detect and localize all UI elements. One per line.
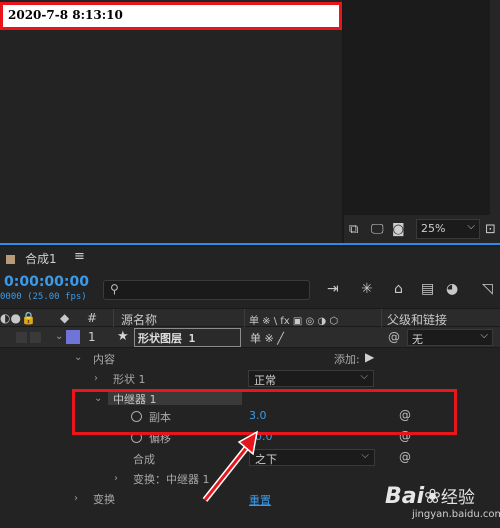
label-color-swatch[interactable] bbox=[66, 330, 80, 344]
chevron-right-icon[interactable]: › bbox=[94, 373, 98, 384]
shape-layer-star-icon: ★ bbox=[117, 329, 129, 344]
column-divider bbox=[381, 309, 382, 328]
zoom-value: 25% bbox=[421, 222, 446, 235]
column-parent[interactable]: 父级和链接 bbox=[387, 311, 447, 328]
preview-scrollbar[interactable] bbox=[490, 0, 500, 215]
timeline-header: 合成1 ≡ bbox=[0, 247, 500, 269]
chevron-right-icon[interactable]: › bbox=[74, 493, 78, 504]
current-time[interactable]: 0:00:00:00 bbox=[4, 274, 89, 290]
layer-row[interactable]: ⌄ 1 ★ 形状图层 1 单 ※ ╱ @ 无 ⌵ bbox=[0, 327, 500, 348]
composite-select[interactable]: 之下 ⌵ bbox=[249, 449, 375, 466]
zoom-select[interactable]: 25% ⌵ bbox=[416, 219, 480, 239]
contents-label: 内容 bbox=[93, 353, 115, 366]
chevron-down-icon[interactable]: ⌄ bbox=[55, 331, 63, 342]
brand-text: Bai bbox=[385, 484, 425, 509]
snapshot-icon[interactable]: ⧉ bbox=[349, 222, 358, 237]
preview-panel bbox=[344, 0, 500, 215]
transform-label: 变换 bbox=[93, 493, 115, 506]
layer-switches[interactable]: 单 ※ ╱ bbox=[250, 330, 284, 346]
chevron-down-icon: ⌵ bbox=[467, 221, 475, 232]
monitor-icon[interactable]: 🖵 bbox=[371, 222, 384, 237]
property-row-contents[interactable]: ⌄ 内容 添加: ▶ bbox=[0, 348, 500, 369]
chevron-right-icon[interactable]: › bbox=[114, 473, 118, 484]
layer-name[interactable]: 形状图层 1 bbox=[134, 328, 241, 347]
mask-icon[interactable]: ◙ bbox=[392, 222, 405, 237]
brand-text-2: 经验 bbox=[440, 488, 475, 508]
video-switch[interactable] bbox=[16, 332, 27, 343]
parent-value: 无 bbox=[412, 333, 423, 346]
chevron-down-icon: ⌵ bbox=[360, 371, 368, 382]
composition-icon bbox=[6, 255, 15, 264]
add-label: 添加: bbox=[334, 353, 360, 366]
column-source-name[interactable]: 源名称 bbox=[121, 311, 157, 328]
timestamp-banner: 2020-7-8 8:13:10 bbox=[0, 2, 342, 30]
panel-menu-icon[interactable]: ≡ bbox=[74, 249, 85, 264]
frame-rate: 0000 (25.00 fps) bbox=[0, 292, 87, 302]
shy-layers-icon[interactable]: ⌂ bbox=[394, 281, 403, 297]
comp-flowchart-icon[interactable]: ⇥ bbox=[327, 281, 339, 297]
viewer-toolbar: ⧉ 🖵 ◙ 25% ⌵ ⊡ bbox=[344, 215, 500, 243]
layer-number: 1 bbox=[88, 330, 96, 344]
pick-whip-icon[interactable]: @ bbox=[388, 330, 400, 344]
graph-editor-icon[interactable]: ◹ bbox=[482, 281, 493, 297]
timestamp-text: 2020-7-8 8:13:10 bbox=[8, 8, 123, 22]
chevron-down-icon: ⌵ bbox=[480, 330, 488, 341]
annotation-arrow bbox=[202, 430, 259, 502]
solo-switch[interactable] bbox=[30, 332, 41, 343]
tab-label: 合成1 bbox=[25, 252, 57, 266]
paw-icon: ❀ bbox=[424, 484, 441, 508]
parent-select[interactable]: 无 ⌵ bbox=[407, 329, 493, 346]
search-input[interactable]: ⚲ bbox=[103, 280, 310, 300]
blend-mode-value: 正常 bbox=[254, 374, 276, 387]
column-switches[interactable]: 单 ※ \ fx ▣ ◎ ◑ ⬡ bbox=[249, 312, 338, 327]
frame-blending-icon[interactable]: ▤ bbox=[421, 281, 434, 297]
panel-separator bbox=[0, 243, 500, 245]
motion-blur-icon[interactable]: ◕ bbox=[446, 281, 458, 297]
composition-panel bbox=[0, 30, 342, 243]
column-divider bbox=[244, 309, 245, 328]
region-icon[interactable]: ⊡ bbox=[485, 222, 496, 237]
property-row-shape[interactable]: › 形状 1 正常 ⌵ bbox=[0, 369, 500, 390]
column-number: # bbox=[87, 311, 98, 325]
chevron-down-icon[interactable]: ⌄ bbox=[74, 352, 82, 363]
composite-label: 合成 bbox=[133, 453, 155, 466]
tab-composition[interactable]: 合成1 bbox=[6, 250, 57, 267]
column-header: ◐●🔒 ◆ # 源名称 单 ※ \ fx ▣ ◎ ◑ ⬡ 父级和链接 bbox=[0, 308, 500, 328]
search-icon: ⚲ bbox=[110, 282, 119, 296]
draft-3d-icon[interactable]: ✳ bbox=[361, 281, 373, 297]
blend-mode-select[interactable]: 正常 ⌵ bbox=[248, 370, 374, 387]
av-switches-icon[interactable]: ◐●🔒 bbox=[0, 311, 36, 325]
shape-label: 形状 1 bbox=[113, 373, 146, 386]
expression-pickwhip-icon[interactable]: @ bbox=[399, 450, 411, 464]
column-divider bbox=[113, 309, 114, 328]
chevron-down-icon: ⌵ bbox=[361, 450, 369, 461]
label-tag-icon[interactable]: ◆ bbox=[60, 311, 69, 325]
add-menu-icon[interactable]: ▶ bbox=[365, 350, 374, 364]
baidu-watermark: Bai❀经验 jingyan.baidu.com bbox=[385, 483, 500, 520]
watermark-url: jingyan.baidu.com bbox=[412, 509, 500, 520]
